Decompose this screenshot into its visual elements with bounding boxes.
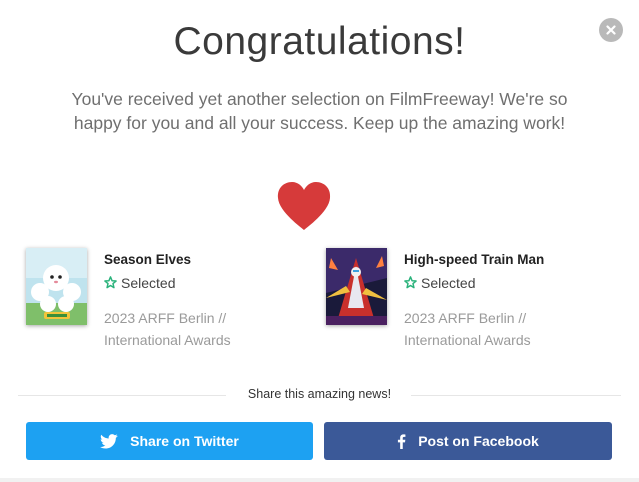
status-label: Selected (121, 275, 176, 291)
festival-name: 2023 ARFF Berlin // International Awards (104, 310, 231, 348)
film-title[interactable]: Season Elves (104, 252, 191, 267)
divider-line (411, 395, 621, 396)
share-on-twitter-button[interactable]: Share on Twitter (26, 422, 313, 460)
selection-item: Season Elves Selected 2023 ARFF Berlin /… (26, 248, 296, 358)
modal-bottom-edge (0, 478, 639, 482)
modal-title: Congratulations! (173, 20, 466, 63)
congratulations-modal: Congratulations! You've received yet ano… (0, 0, 639, 482)
film-title[interactable]: High-speed Train Man (404, 252, 544, 267)
facebook-button-label: Post on Facebook (418, 433, 539, 449)
post-on-facebook-button[interactable]: Post on Facebook (324, 422, 612, 460)
film-poster[interactable] (26, 248, 87, 325)
modal-message: You've received yet another selection on… (71, 89, 568, 133)
twitter-button-label: Share on Twitter (130, 433, 239, 449)
selection-status: Selected (104, 275, 175, 291)
star-icon (104, 276, 117, 289)
facebook-icon (398, 433, 406, 449)
star-icon (404, 276, 417, 289)
twitter-icon (100, 433, 118, 449)
share-divider: Share this amazing news! (18, 385, 621, 405)
heart-icon (277, 182, 331, 230)
poster-season-elves (26, 248, 87, 325)
festival-name: 2023 ARFF Berlin // International Awards (404, 310, 531, 348)
selection-status: Selected (404, 275, 475, 291)
film-poster[interactable] (326, 248, 387, 325)
poster-high-speed-train-man (326, 248, 387, 325)
status-label: Selected (421, 275, 476, 291)
share-label: Share this amazing news! (247, 387, 392, 401)
selection-item: High-speed Train Man Selected 2023 ARFF … (326, 248, 596, 358)
